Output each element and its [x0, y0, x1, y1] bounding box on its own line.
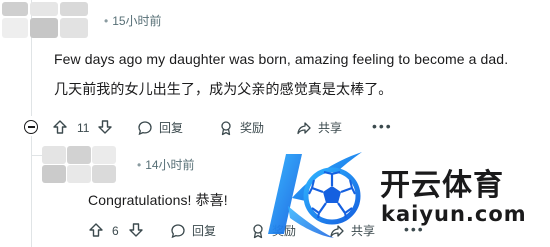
arrow-up-icon — [89, 223, 103, 237]
upvote-button[interactable] — [52, 119, 68, 135]
brand-name-chinese: 开云体育 — [380, 168, 504, 203]
comment-timestamp: • 15小时前 — [104, 14, 162, 28]
thread-line-reply — [31, 136, 32, 247]
downvote-button[interactable] — [128, 222, 144, 238]
award-label: 奖励 — [240, 121, 265, 135]
comment-bubble-icon — [171, 223, 185, 238]
reply-button[interactable]: 回复 — [170, 222, 216, 239]
share-arrow-icon — [297, 121, 311, 134]
reply-button[interactable]: 回复 — [137, 119, 183, 136]
upvote-button[interactable] — [88, 222, 104, 238]
arrow-up-icon — [53, 120, 67, 134]
comment-timestamp: • 14小时前 — [137, 158, 195, 172]
vote-count: 6 — [112, 224, 119, 238]
downvote-button[interactable] — [97, 119, 113, 135]
brand-domain: kaiyun.com — [381, 202, 527, 226]
share-button[interactable]: 共享 — [296, 119, 342, 136]
award-button[interactable]: 奖励 — [218, 119, 264, 136]
reply-label: 回复 — [192, 224, 217, 238]
comment-body-chinese: 几天前我的女儿出生了，成为父亲的感觉真是太棒了。 — [54, 81, 393, 97]
comment-bubble-icon — [138, 120, 152, 135]
arrow-down-icon — [129, 223, 143, 237]
avatar[interactable] — [42, 146, 118, 184]
kaiyun-logo-icon — [268, 152, 362, 238]
arrow-down-icon — [98, 120, 112, 134]
reply-label: 回复 — [159, 121, 184, 135]
avatar[interactable] — [0, 0, 96, 40]
share-label: 共享 — [318, 121, 343, 135]
comment-body: Congratulations! 恭喜! — [88, 192, 228, 208]
collapse-thread-button[interactable] — [24, 120, 38, 134]
award-icon — [221, 120, 231, 135]
vote-count: 11 — [77, 121, 90, 135]
comment-body-english: Few days ago my daughter was born, amazi… — [54, 51, 509, 67]
more-options-button[interactable]: ••• — [372, 118, 393, 134]
